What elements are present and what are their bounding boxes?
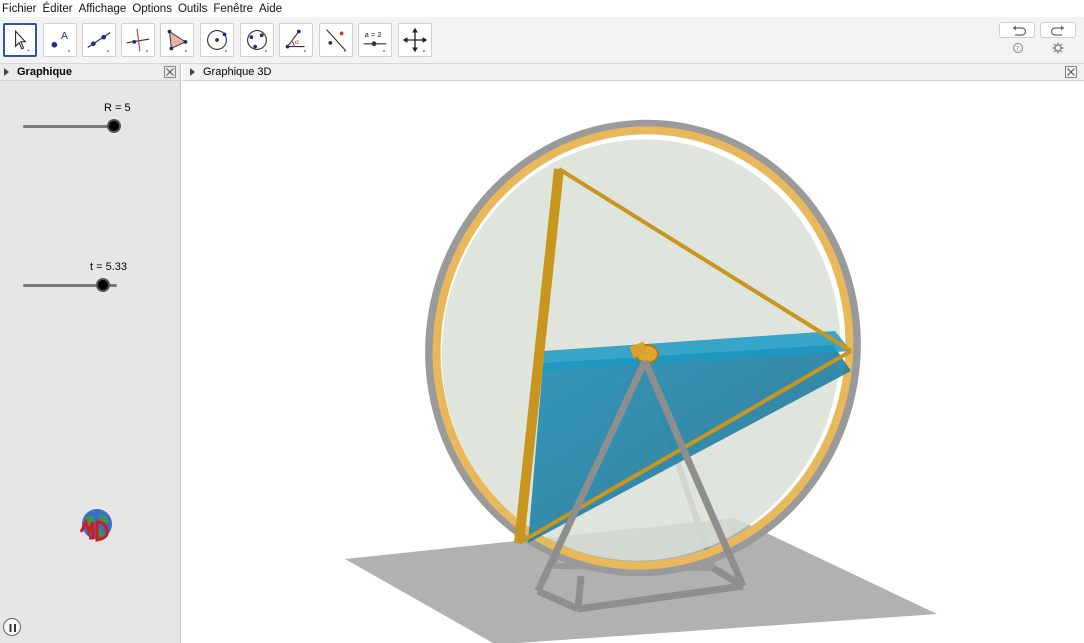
reflect-icon: [326, 29, 347, 53]
graphics-panel: Graphique R = 5 t = 5.33: [0, 64, 181, 643]
line-icon: [87, 32, 111, 53]
line-tool-button[interactable]: [82, 23, 116, 57]
graphics-panel-title: Graphique: [17, 66, 73, 78]
polygon-icon: [167, 29, 188, 53]
move-tool-button[interactable]: [3, 23, 37, 57]
menu-editer[interactable]: Éditer: [43, 3, 73, 15]
graphics-3d-panel: Graphique 3D: [183, 64, 1084, 643]
perpendicular-icon: [126, 28, 150, 53]
slider-t-label: t = 5.33: [90, 261, 128, 273]
slider-t-knob[interactable]: [95, 278, 110, 292]
pause-icon: [9, 624, 16, 632]
circle-tool-button[interactable]: [200, 23, 234, 57]
conic-icon: [247, 30, 268, 53]
point-icon: A: [51, 31, 71, 53]
conic-tool-button[interactable]: [240, 23, 274, 57]
menu-fichier[interactable]: Fichier: [2, 3, 37, 15]
svg-text:α: α: [295, 39, 299, 46]
globe-logo-icon: [79, 509, 112, 542]
svg-text:?: ?: [1016, 46, 1019, 53]
collapse-triangle-icon[interactable]: [4, 68, 9, 76]
pause-animation-button[interactable]: [3, 618, 21, 636]
3d-scene-canvas[interactable]: [183, 81, 1084, 643]
reflect-tool-button[interactable]: [319, 23, 353, 57]
angle-tool-button[interactable]: α: [279, 23, 313, 57]
graphics-3d-panel-title: Graphique 3D: [203, 66, 272, 78]
menu-aide[interactable]: Aide: [259, 3, 282, 15]
slider-tool-label: a = 2: [365, 30, 382, 39]
close-icon[interactable]: [164, 66, 176, 78]
polygon-tool-button[interactable]: [160, 23, 194, 57]
menu-fenetre[interactable]: Fenêtre: [213, 3, 253, 15]
graphics-3d-panel-header: Graphique 3D: [183, 64, 1084, 81]
slider-tool-button[interactable]: a = 2: [358, 23, 392, 57]
collapse-triangle-icon[interactable]: [190, 68, 195, 76]
arrow-cursor-icon: [15, 29, 30, 52]
svg-text:A: A: [61, 31, 68, 42]
toolbar: A α a = 2 ?: [0, 17, 1084, 64]
redo-button[interactable]: [1040, 22, 1076, 38]
move-view-icon: [402, 27, 428, 53]
slider-r-label: R = 5: [104, 102, 131, 114]
perpendicular-tool-button[interactable]: [121, 23, 155, 57]
graphics-panel-header: Graphique: [0, 64, 180, 81]
menu-outils[interactable]: Outils: [178, 3, 207, 15]
menu-bar: Fichier Éditer Affichage Options Outils …: [0, 0, 1084, 17]
redo-icon: [1050, 25, 1064, 36]
slider-r-knob[interactable]: [107, 119, 122, 133]
undo-button[interactable]: [999, 22, 1035, 38]
menu-options[interactable]: Options: [132, 3, 172, 15]
help-icon[interactable]: ?: [1012, 42, 1024, 54]
menu-affichage[interactable]: Affichage: [79, 3, 127, 15]
slider-icon: a = 2: [363, 30, 387, 53]
gear-icon[interactable]: [1052, 42, 1064, 54]
close-icon[interactable]: [1065, 66, 1077, 78]
move-view-tool-button[interactable]: [398, 23, 432, 57]
point-tool-button[interactable]: A: [43, 23, 77, 57]
undo-icon: [1013, 25, 1027, 36]
angle-icon: α: [285, 29, 307, 53]
circle-icon: [207, 30, 228, 53]
slider-r-track[interactable]: [23, 125, 119, 128]
